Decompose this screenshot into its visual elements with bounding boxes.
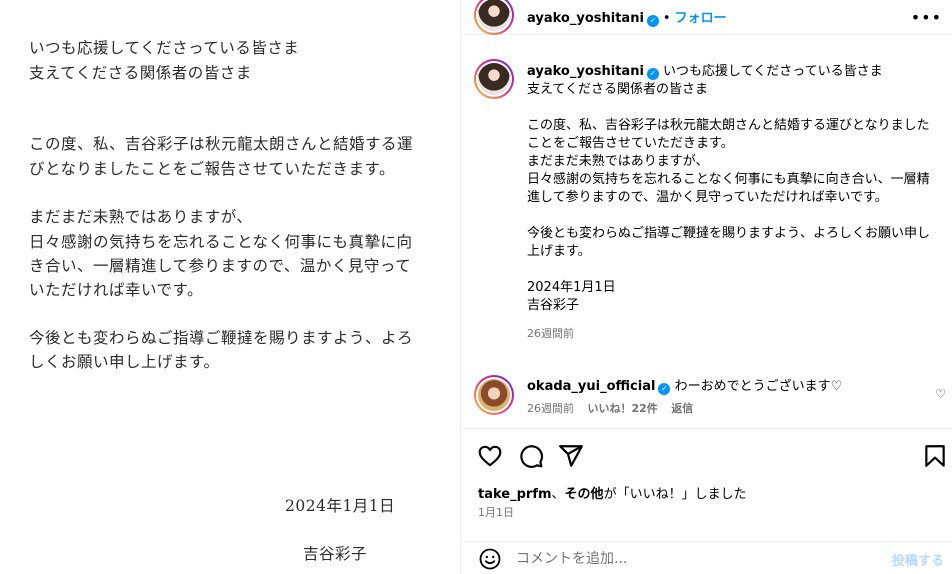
action-bar xyxy=(462,428,952,478)
comment-avatar[interactable] xyxy=(474,375,514,415)
likes-suffix: が「いいね！」しました xyxy=(603,487,747,502)
letter-line-8: いただければ幸いです。 xyxy=(29,281,203,299)
likes-summary: take_prfm、その他が「いいね！」しました xyxy=(478,483,747,502)
caption-username[interactable]: ayako_yoshitani xyxy=(527,64,644,79)
heart-icon[interactable] xyxy=(477,443,503,469)
avatar[interactable] xyxy=(474,0,514,35)
letter-line-7: き合い、一層精進して参りますので、温かく見守って xyxy=(29,257,412,275)
comment-box: 投稿する xyxy=(462,541,952,574)
caption: ayako_yoshitani ✓ いつも応援してくださっている皆さま 支えてくだ… xyxy=(527,63,937,343)
follow-button[interactable]: フォロー xyxy=(675,11,727,26)
share-icon[interactable] xyxy=(558,443,584,469)
post-image: いつも応援してくださっている皆さま 支えてくださる関係者の皆さま この度、私、吉… xyxy=(0,0,461,574)
comment-input[interactable] xyxy=(516,549,876,569)
letter-line-5: まだまだ未熟ではありますが、 xyxy=(29,208,253,226)
verified-badge-icon: ✓ xyxy=(646,15,659,27)
caption-time[interactable]: 26週間前 xyxy=(527,325,937,343)
comment-item: okada_yui_official ✓ わーおめでとうございます♡ 26週間前 … xyxy=(527,378,937,418)
emoji-icon[interactable] xyxy=(478,547,502,571)
letter-line-2: 支えてくださる関係者の皆さま xyxy=(29,64,252,82)
reply-button[interactable]: 返信 xyxy=(671,402,693,415)
letter-signature: 吉谷彩子 xyxy=(303,545,368,563)
caption-avatar[interactable] xyxy=(474,59,514,99)
letter-line-3: この度、私、吉谷彩子は秋元龍太朗さんと結婚する運 xyxy=(29,135,414,153)
post-header: ayako_yoshitani ✓ • フォロー ••• xyxy=(462,0,952,35)
bookmark-icon[interactable] xyxy=(922,443,948,469)
liker-username[interactable]: take_prfm xyxy=(478,487,552,502)
post-details-panel: ayako_yoshitani ✓ • フォロー ••• ayako_yoshitan… xyxy=(462,0,952,574)
post-date[interactable]: 1月1日 xyxy=(478,504,514,520)
separator-dot: • xyxy=(662,11,671,26)
letter-line-4: びとなりましたことをご報告させていただきます。 xyxy=(29,160,395,178)
comment-icon[interactable] xyxy=(518,443,544,469)
likes-others[interactable]: その他 xyxy=(565,487,604,502)
letter-line-9: 今後とも変わらぬご指導ご鞭撻を賜りますよう、よろ xyxy=(29,329,414,347)
caption-text: いつも応援してくださっている皆さま 支えてくださる関係者の皆さま この度、私、吉… xyxy=(527,64,931,313)
comment-text: わーおめでとうございます♡ xyxy=(674,379,843,394)
letter-date: 2024年1月1日 xyxy=(285,497,396,515)
letter-line-10: しくお願い申し上げます。 xyxy=(29,353,220,371)
post-comment-button[interactable]: 投稿する xyxy=(892,550,944,569)
header-username[interactable]: ayako_yoshitani xyxy=(527,11,644,26)
verified-badge-icon: ✓ xyxy=(658,383,671,395)
comment-time[interactable]: 26週間前 xyxy=(527,402,574,415)
letter-line-1: いつも応援してくださっている皆さま xyxy=(29,39,300,57)
verified-badge-icon: ✓ xyxy=(646,68,659,80)
comment-like-heart-icon[interactable]: ♡ xyxy=(935,387,946,401)
more-horizontal-icon[interactable]: ••• xyxy=(911,8,942,27)
comment-username[interactable]: okada_yui_official xyxy=(527,379,655,394)
likes-connector: 、 xyxy=(551,487,565,502)
letter-line-6: 日々感謝の気持ちを忘れることなく何事にも真摯に向 xyxy=(29,233,413,251)
comment-likes[interactable]: いいね！22件 xyxy=(588,402,658,415)
